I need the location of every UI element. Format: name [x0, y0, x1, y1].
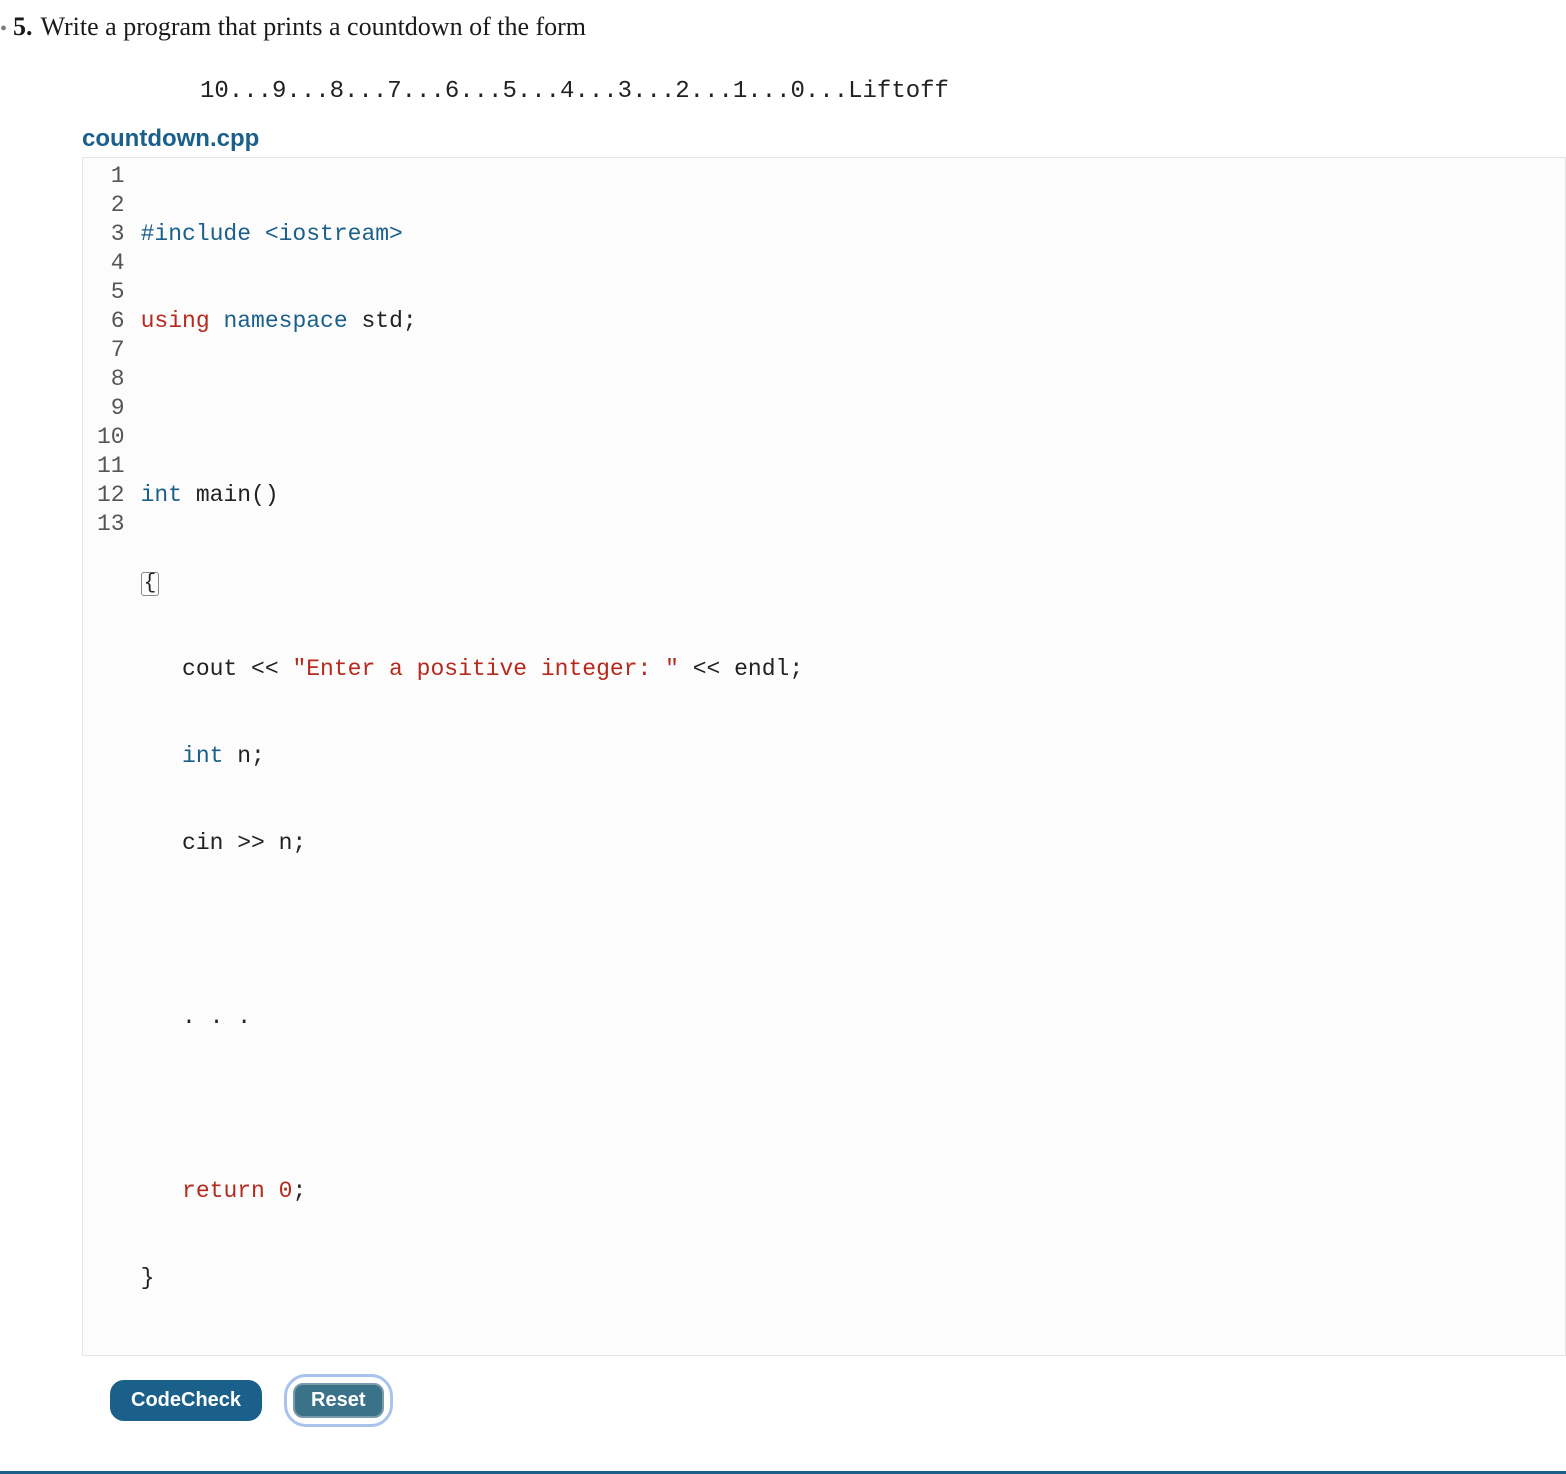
- code-token-punct: ;: [403, 308, 417, 334]
- code-token-text: n;: [223, 743, 264, 769]
- line-number: 5: [97, 278, 125, 307]
- code-cursor-brace: {: [141, 572, 160, 596]
- problem-number: 5.: [13, 12, 33, 42]
- code-editor[interactable]: 1 2 3 4 5 6 7 8 9 10 11 12 13 #include <…: [82, 157, 1566, 1356]
- code-token-preproc: #include <iostream>: [141, 221, 403, 247]
- bullet-icon: •: [0, 18, 7, 41]
- line-number: 1: [97, 162, 125, 191]
- code-token-text: << endl;: [679, 656, 803, 682]
- code-token-ident: main(): [182, 482, 279, 508]
- code-token-text: [141, 743, 182, 769]
- line-number: 11: [97, 452, 125, 481]
- codecheck-button[interactable]: CodeCheck: [110, 1380, 262, 1421]
- code-token-keyword: using: [141, 308, 210, 334]
- line-number: 6: [97, 307, 125, 336]
- filename-label: countdown.cpp: [82, 125, 1566, 153]
- code-token-keyword: return: [182, 1178, 265, 1204]
- expected-output: 10...9...8...7...6...5...4...3...2...1..…: [200, 78, 1566, 105]
- line-number-gutter: 1 2 3 4 5 6 7 8 9 10 11 12 13: [83, 158, 135, 1355]
- code-token-text: [265, 1178, 279, 1204]
- code-token-brace: }: [141, 1265, 155, 1291]
- code-token-string: "Enter a positive integer: ": [292, 656, 678, 682]
- line-number: 3: [97, 220, 125, 249]
- line-number: 2: [97, 191, 125, 220]
- reset-button[interactable]: Reset: [293, 1383, 383, 1418]
- code-token-keyword: namespace: [223, 308, 347, 334]
- code-token-text: . . .: [141, 1004, 251, 1030]
- code-content[interactable]: #include <iostream> using namespace std;…: [135, 158, 1565, 1355]
- problem-description: Write a program that prints a countdown …: [41, 12, 587, 42]
- line-number: 9: [97, 394, 125, 423]
- line-number: 13: [97, 510, 125, 539]
- code-token-text: cin >> n;: [141, 830, 307, 856]
- code-token-type: int: [141, 482, 182, 508]
- code-token-punct: ;: [292, 1178, 306, 1204]
- line-number: 12: [97, 481, 125, 510]
- code-token-text: cout <<: [141, 656, 293, 682]
- code-token-type: int: [182, 743, 223, 769]
- line-number: 4: [97, 249, 125, 278]
- button-row: CodeCheck Reset: [110, 1374, 1566, 1427]
- problem-header: • 5. Write a program that prints a count…: [0, 0, 1566, 50]
- line-number: 7: [97, 336, 125, 365]
- line-number: 10: [97, 423, 125, 452]
- reset-button-focus-ring: Reset: [284, 1374, 392, 1427]
- code-token-ident: std: [361, 308, 402, 334]
- line-number: 8: [97, 365, 125, 394]
- code-token-text: [141, 1178, 182, 1204]
- code-token-number: 0: [279, 1178, 293, 1204]
